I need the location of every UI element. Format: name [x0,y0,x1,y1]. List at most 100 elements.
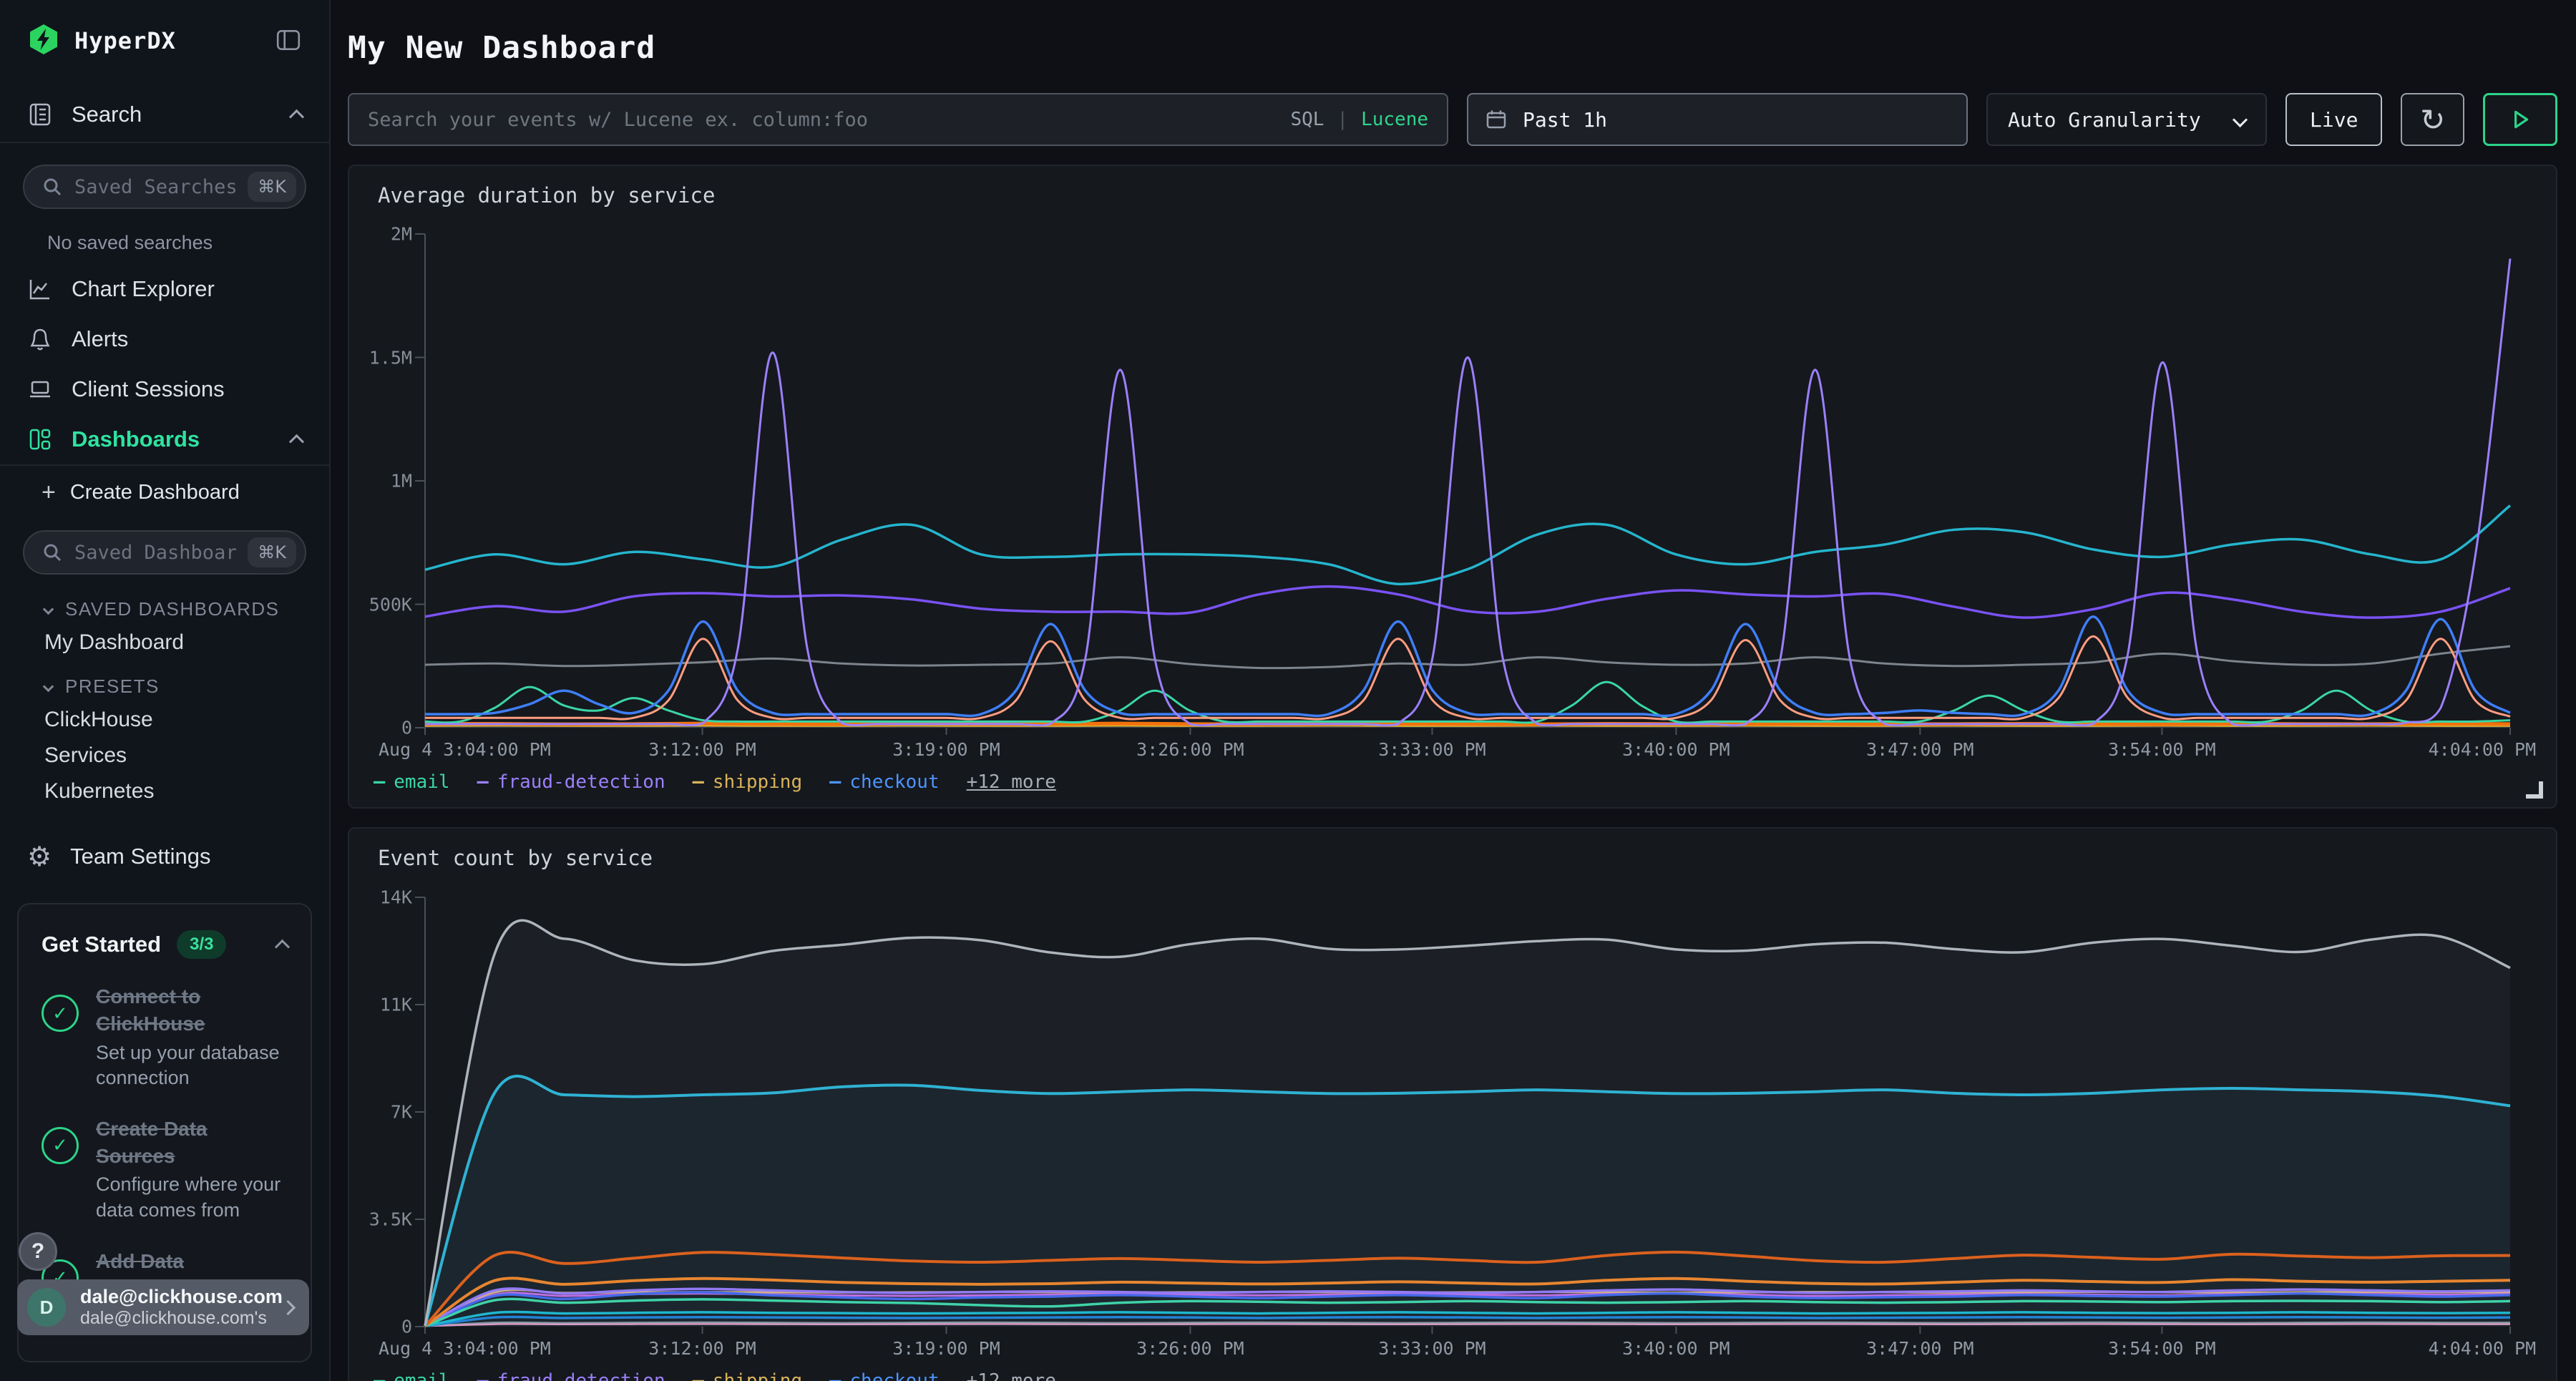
chart-explorer-icon [27,276,53,302]
get-started-title: Get Started [42,932,161,957]
sidebar-item-kubernetes[interactable]: Kubernetes [0,774,329,809]
sidebar-header: HyperDX [0,0,329,82]
my-dashboard-label: My Dashboard [44,630,184,655]
granularity-value: Auto Granularity [2008,108,2201,132]
legend-item-shipping[interactable]: — shipping [693,1370,803,1381]
legend-item-email[interactable]: —email [374,771,450,793]
chevron-down-icon [43,603,54,615]
step-title: Create Data Sources [96,1116,288,1170]
presets-section-header[interactable]: PRESETS [0,670,329,702]
preset-label: Kubernetes [44,779,154,804]
x-axis-label: 4:04:00 PM [2429,739,2537,760]
legend-more-link[interactable]: +12 more [967,1370,1056,1381]
help-button[interactable]: ? [19,1232,57,1271]
divider [0,142,329,143]
step-title: Connect to ClickHouse [96,983,288,1038]
saved-searches-input[interactable] [74,176,236,198]
series-line-violet-spikes [425,259,2510,726]
dashboard-toolbar: SQL | Lucene Past 1h Auto Granularity Li… [348,93,2557,146]
plot-area: 14K11K7K3.5K0Aug 4 3:04:00 PM3:12:00 PM3… [425,897,2510,1327]
get-started-step-connect[interactable]: ✓ Connect to ClickHouse Set up your data… [42,983,288,1091]
create-dashboard-button[interactable]: + Create Dashboard [0,466,329,519]
legend-item-checkout[interactable]: —checkout [829,771,940,793]
sidebar-item-clickhouse[interactable]: ClickHouse [0,702,329,738]
legend-label: shipping [713,1370,802,1381]
legend-item-email[interactable]: — email [374,1370,450,1381]
sidebar-item-team-settings[interactable]: ⚙ Team Settings [0,831,329,882]
saved-dashboards-search[interactable]: ⌘K [23,530,306,575]
saved-dashboards-input[interactable] [74,542,236,564]
sidebar-item-my-dashboard[interactable]: My Dashboard [0,625,329,660]
x-axis-label: 3:47:00 PM [1866,739,1974,760]
sidebar-item-alerts[interactable]: Alerts [0,314,329,364]
chevron-down-icon [2233,112,2248,127]
time-range-picker[interactable]: Past 1h [1467,93,1968,146]
chart-panel-average-duration: Average duration by service 2M1.5M1M500K… [348,165,2557,809]
x-axis-label: 3:26:00 PM [1136,739,1244,760]
y-axis-label: 14K [380,887,412,908]
events-search-box[interactable]: SQL | Lucene [348,93,1448,146]
sidebar-item-client-sessions[interactable]: Client Sessions [0,364,329,414]
step-desc: Configure where your data comes from [96,1172,288,1223]
x-axis-label: 3:12:00 PM [648,1338,756,1359]
run-query-button[interactable] [2483,93,2557,146]
no-saved-searches-text: No saved searches [0,209,329,264]
x-axis-label: 3:47:00 PM [1866,1338,1974,1359]
panel-resize-handle[interactable] [2526,781,2543,799]
dashboards-grid-icon [27,426,53,452]
bell-icon [27,326,53,352]
refresh-icon: ↻ [2420,102,2445,137]
shortcut-badge: ⌘K [248,537,296,567]
refresh-button[interactable]: ↻ [2401,93,2464,146]
legend-swatch: — [374,1370,385,1381]
legend-swatch: — [829,1370,841,1381]
chevron-right-icon [280,1299,296,1314]
legend-item-shipping[interactable]: —shipping [693,771,803,793]
sidebar-section-search[interactable]: Search [0,82,329,142]
granularity-select[interactable]: Auto Granularity [1986,93,2267,146]
logo[interactable]: HyperDX [27,23,176,59]
get-started-progress-badge: 3/3 [177,930,226,959]
lucene-toggle[interactable]: Lucene [1361,109,1428,130]
hyperdx-logo-icon [27,23,60,59]
y-axis-label: 0 [401,718,412,738]
shortcut-badge: ⌘K [248,172,296,202]
x-axis-label: 3:26:00 PM [1136,1338,1244,1359]
saved-dashboards-section-header[interactable]: SAVED DASHBOARDS [0,593,329,625]
sidebar-item-services[interactable]: Services [0,738,329,774]
sidebar-collapse-button[interactable] [275,26,302,56]
legend-swatch: — [374,771,385,793]
chart-legend: —email—fraud-detection—shipping—checkout… [374,771,1056,793]
sidebar-item-chart-explorer[interactable]: Chart Explorer [0,264,329,314]
x-axis-label: 3:54:00 PM [2108,1338,2216,1359]
sql-toggle[interactable]: SQL [1290,109,1324,130]
live-button[interactable]: Live [2285,93,2382,146]
legend-item-checkout[interactable]: —checkout [829,1370,940,1381]
chevron-up-icon [275,939,290,954]
legend-swatch: — [693,1370,704,1381]
saved-searches-search[interactable]: ⌘K [23,165,306,209]
time-range-value: Past 1h [1523,108,1607,132]
plot-area: 2M1.5M1M500K0Aug 4 3:04:00 PM3:12:00 PM3… [425,234,2510,728]
sidebar: HyperDX Search ⌘K No saved searches Char… [0,0,331,1381]
x-axis-label: 3:54:00 PM [2108,739,2216,760]
legend-label: checkout [849,771,939,793]
preset-label: ClickHouse [44,708,153,732]
legend-label: email [394,1370,449,1381]
avatar: D [27,1288,66,1327]
y-axis-label: 500K [369,594,412,615]
sidebar-item-dashboards[interactable]: Dashboards [0,414,329,464]
sidebar-item-label: Client Sessions [72,376,225,402]
main-content: My New Dashboard SQL | Lucene Past 1h Au… [331,0,2576,1381]
events-search-input[interactable] [368,109,1277,131]
chart-panel-event-count: Event count by service 14K11K7K3.5K0Aug … [348,827,2557,1381]
create-dashboard-label: Create Dashboard [70,481,240,504]
y-axis-label: 3.5K [369,1209,412,1230]
user-email: dale@clickhouse.com [80,1286,268,1308]
legend-item-fraud-detection[interactable]: —fraud-detection [477,1370,665,1381]
get-started-header[interactable]: Get Started 3/3 [42,930,288,959]
user-menu[interactable]: D dale@clickhouse.com dale@clickhouse.co… [17,1279,309,1335]
legend-more-link[interactable]: +12 more [967,771,1056,793]
get-started-step-sources[interactable]: ✓ Create Data Sources Configure where yo… [42,1116,288,1224]
legend-item-fraud-detection[interactable]: —fraud-detection [477,771,665,793]
